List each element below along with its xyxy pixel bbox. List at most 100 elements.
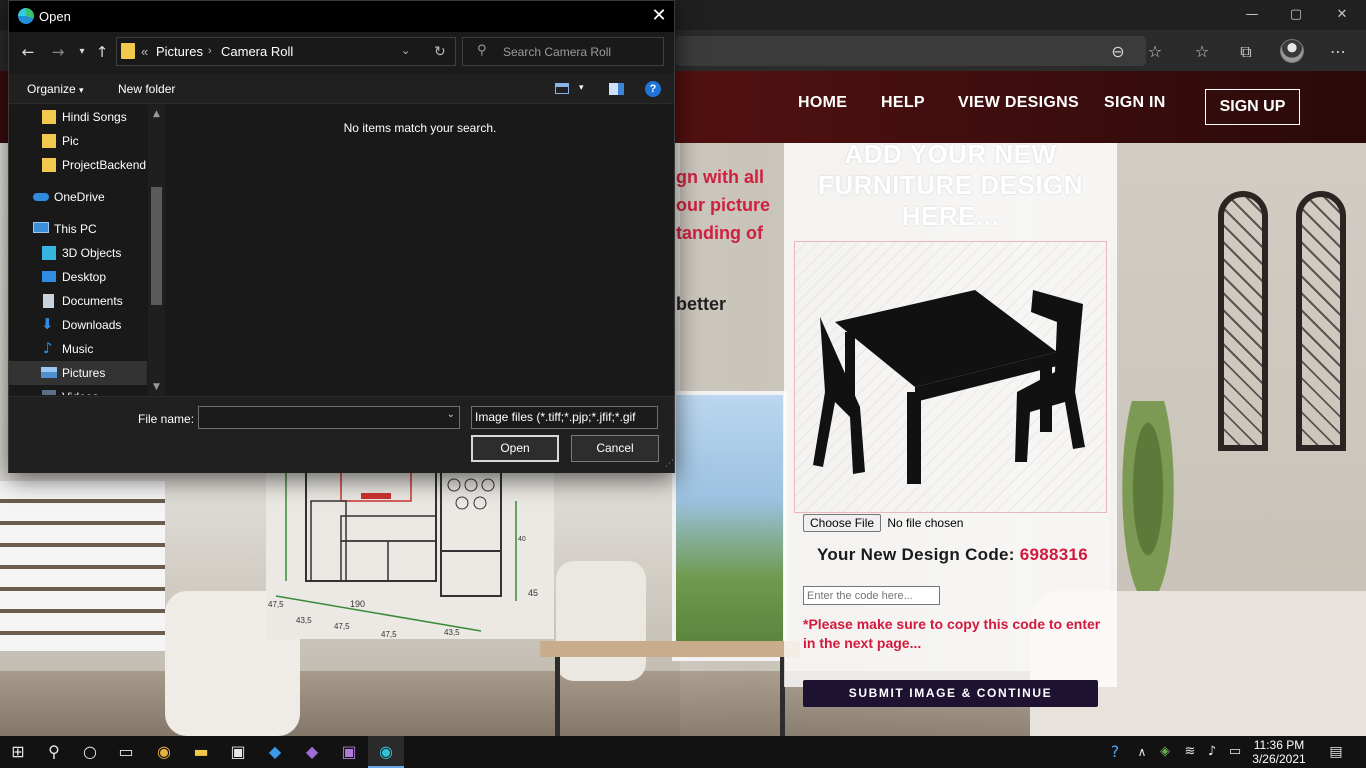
decor-table-legs [555,657,785,736]
notifications-icon[interactable]: ▤ [1318,736,1354,768]
nav-item-label: Music [62,342,94,356]
edge-icon[interactable]: ◉ [368,736,404,768]
close-browser-icon[interactable]: ✕ [1319,4,1365,26]
scroll-up-icon[interactable]: ▲ [148,107,165,121]
chrome-icon[interactable]: ◉ [146,736,182,768]
search-icon[interactable]: ⚲ [36,736,72,768]
path-dropdown-icon[interactable]: ⌄ [401,38,410,65]
folder-icon [42,158,56,172]
file-explorer-icon[interactable]: ▬ [183,736,219,768]
profile-avatar[interactable] [1280,39,1304,63]
sign-up-button[interactable]: SIGN UP [1205,89,1300,125]
copy-code-note: *Please make sure to copy this code to e… [803,616,1101,651]
search-icon: ⚲ [477,43,487,58]
dimension-label: 43,5 [444,628,460,637]
path-overflow[interactable]: « [141,38,148,65]
nav-item-desktop[interactable]: Desktop [9,265,147,289]
organize-button[interactable]: Organize ▾ [27,82,84,96]
task-view-icon[interactable]: ▭ [108,736,144,768]
file-type-value: Image files (*.tiff;*.pjp;*.jfif;*.gif [475,410,636,424]
favorites-icon[interactable]: ☆ [1188,38,1216,66]
minimize-icon[interactable]: — [1229,4,1275,26]
file-type-select[interactable]: Image files (*.tiff;*.pjp;*.jfif;*.gif [471,406,658,429]
path-bar[interactable]: « Pictures › Camera Roll ⌄ ↻ [116,37,456,66]
decor-arch [1296,191,1346,451]
file-list[interactable]: No items match your search. [166,105,674,395]
nav-item-documents[interactable]: Documents [9,289,147,313]
intro-line: our picture [676,195,771,215]
nav-item-this-pc[interactable]: This PC [9,217,147,241]
dimension-label: 43,5 [296,616,312,625]
nav-sign-in[interactable]: SIGN IN [1104,94,1166,112]
view-options-icon[interactable] [555,83,569,94]
clock-date: 3/26/2021 [1252,752,1306,766]
scroll-down-icon[interactable]: ▼ [148,380,165,394]
nav-home[interactable]: HOME [798,94,847,112]
code-input[interactable] [803,586,940,605]
chevron-down-icon[interactable]: ⌄ [447,409,455,420]
nav-item-videos[interactable]: Videos [9,385,147,395]
scroll-thumb[interactable] [151,187,162,305]
forward-arrow-icon[interactable]: → [47,41,69,63]
vscode-icon[interactable]: ◆ [257,736,293,768]
nav-item-downloads[interactable]: ⬇ Downloads [9,313,147,337]
cancel-button[interactable]: Cancel [571,435,659,462]
nav-item-label: 3D Objects [62,246,122,260]
file-name-label: File name: [138,412,195,426]
address-bar[interactable] [676,36,1146,66]
terminal-icon[interactable]: ▣ [220,736,256,768]
dimension-label: 190 [350,599,365,609]
dialog-title: Open [39,9,71,24]
file-name-input[interactable]: ⌄ [198,406,460,429]
refresh-icon[interactable]: ↻ [434,38,446,65]
nav-item-label: Pic [62,134,79,148]
edge-logo-icon [18,8,34,24]
close-icon[interactable]: ✕ [645,5,673,29]
nav-help[interactable]: HELP [881,94,925,112]
nav-item-pic[interactable]: Pic [9,129,147,153]
chevron-down-icon[interactable]: ▾ [579,83,584,93]
up-arrow-icon[interactable]: ↑ [91,41,113,63]
background-stairs [0,481,165,651]
nav-item-projectbackend[interactable]: ProjectBackend [9,153,147,177]
zoom-out-icon[interactable]: ⊖ [1104,38,1132,66]
nav-item-3d-objects[interactable]: 3D Objects [9,241,147,265]
favorite-add-icon[interactable]: ☆ [1141,38,1169,66]
cabinet-drawing-icon: 47,5 43,5 47,5 47,5 43,5 190 45 40 [268,471,538,639]
video-icon [42,390,56,395]
intro-line: tanding of [676,223,763,243]
nav-item-hindi-songs[interactable]: Hindi Songs [9,105,147,129]
help-icon[interactable]: ? [645,81,661,97]
submit-continue-button[interactable]: SUBMIT IMAGE & CONTINUE [803,680,1098,707]
new-folder-button[interactable]: New folder [118,82,175,96]
navigation-scrollbar[interactable]: ▲ ▼ [148,105,165,395]
cortana-icon[interactable]: ○ [72,736,108,768]
nav-item-music[interactable]: ♪ Music [9,337,147,361]
nav-item-label: Downloads [62,318,122,332]
dimension-label: 45 [528,588,538,598]
breadcrumb-pictures[interactable]: Pictures [156,38,203,65]
nav-item-pictures[interactable]: Pictures [9,361,147,385]
open-button[interactable]: Open [471,435,559,462]
terminal-icon-2[interactable]: ▣ [331,736,367,768]
preview-pane-icon[interactable] [609,83,624,95]
breadcrumb-camera-roll[interactable]: Camera Roll [221,38,293,65]
resize-grip-icon[interactable]: ⋰ [665,459,674,469]
nav-item-onedrive[interactable]: OneDrive [9,185,147,209]
clock[interactable]: 11:36 PM 3/26/2021 [1248,738,1310,766]
search-input[interactable]: ⚲ Search Camera Roll [462,37,664,66]
recent-locations-icon[interactable]: ▾ [71,41,93,63]
nav-view-designs[interactable]: VIEW DESIGNS [958,94,1079,112]
visual-studio-icon[interactable]: ◆ [294,736,330,768]
windows-start-icon[interactable]: ⊞ [0,736,36,768]
more-icon[interactable]: ⋯ [1324,38,1352,66]
collections-icon[interactable]: ⧉ [1232,38,1260,66]
upload-panel: ADD YOUR NEW FURNITURE DESIGN HERE... Ch… [784,139,1117,687]
maximize-icon[interactable]: ▢ [1273,4,1319,26]
back-arrow-icon[interactable]: ← [17,41,39,63]
open-file-dialog: Open ✕ ← → ▾ ↑ « Pictures › Camera Roll … [8,0,675,473]
folder-icon [42,110,56,124]
nav-item-label: Documents [62,294,123,308]
choose-file-button[interactable]: Choose File [803,514,882,532]
folder-icon [121,43,135,59]
